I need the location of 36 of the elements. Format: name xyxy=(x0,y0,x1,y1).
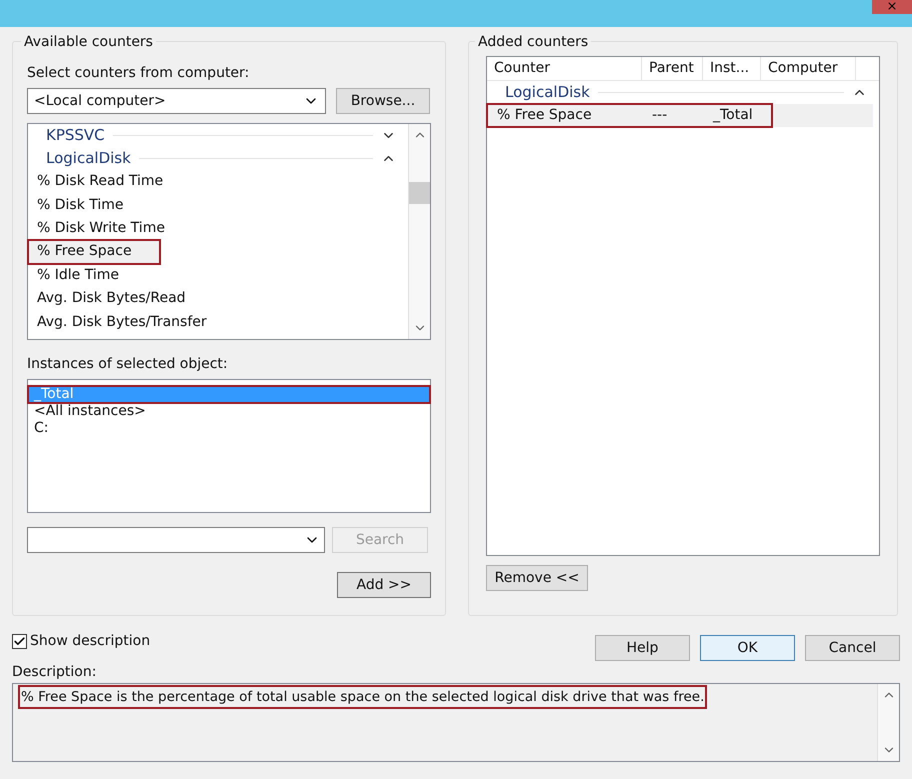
dialog-button[interactable]: OK xyxy=(700,635,795,661)
field-label: Description: xyxy=(11,663,98,682)
checkbox-label: Show description xyxy=(30,632,150,651)
instance-item[interactable]: C: xyxy=(28,420,430,437)
instance-item[interactable]: <All instances> xyxy=(28,403,430,420)
counter-item[interactable]: Avg. Disk Bytes/Transfer xyxy=(28,310,408,334)
group-header[interactable]: LogicalDisk xyxy=(46,147,131,170)
column-header[interactable]: Inst... xyxy=(703,57,761,80)
column-header[interactable]: Computer xyxy=(761,57,856,80)
field-label: Instances of selected object: xyxy=(27,355,229,374)
computer-dropdown[interactable]: <Local computer> xyxy=(27,88,326,114)
browse-button[interactable]: Browse... xyxy=(336,88,430,114)
table-cell-text: % Free Space xyxy=(496,106,593,125)
counter-item[interactable]: % Disk Write Time xyxy=(28,216,408,240)
checkbox[interactable] xyxy=(12,634,27,649)
table-cell-text: _Total xyxy=(712,106,754,125)
remove-button[interactable]: Remove << xyxy=(486,565,588,591)
column-header[interactable]: Parent xyxy=(642,57,703,80)
add-button[interactable]: Add >> xyxy=(337,572,431,598)
description-text: % Free Space is the percentage of total usable space on the selected logical disk drive that was free. xyxy=(19,686,706,708)
close-button[interactable] xyxy=(872,0,912,14)
dialog-button[interactable]: Cancel xyxy=(805,635,900,661)
column-header[interactable]: Counter xyxy=(487,57,642,80)
group-header[interactable]: KPSSVC xyxy=(46,124,105,147)
table-cell-text: --- xyxy=(651,106,668,125)
field-label: Select counters from computer: xyxy=(27,64,250,83)
close-icon xyxy=(886,0,898,12)
counter-item[interactable]: % Idle Time xyxy=(28,264,408,287)
group-header[interactable]: LogicalDisk xyxy=(505,81,590,104)
counter-item[interactable]: % Free Space xyxy=(28,240,160,264)
search-dropdown[interactable] xyxy=(27,527,325,553)
counter-item[interactable]: Avg. Disk Bytes/Read xyxy=(28,286,408,310)
dialog-button[interactable]: Help xyxy=(595,635,690,661)
scrollbar-thumb[interactable] xyxy=(409,182,430,204)
counter-item[interactable]: % Disk Time xyxy=(28,193,408,217)
counter-item[interactable]: % Disk Read Time xyxy=(28,170,408,194)
